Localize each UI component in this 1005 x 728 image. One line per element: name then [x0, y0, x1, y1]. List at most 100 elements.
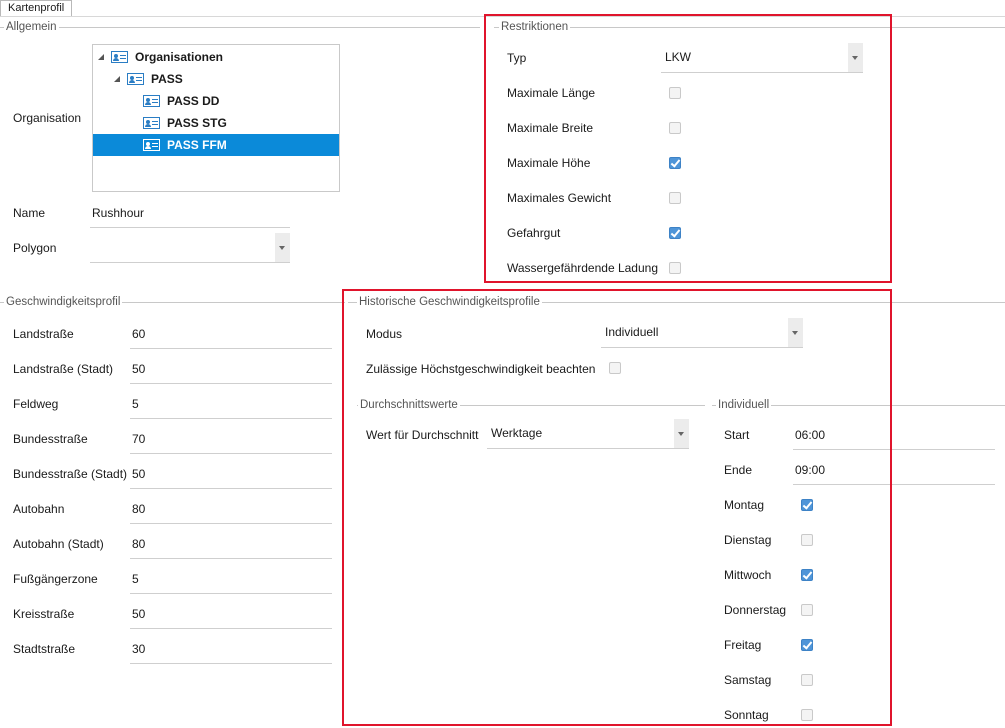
start-input-underline: [793, 449, 995, 450]
tab-divider: [0, 16, 1005, 17]
restriktion-checkbox[interactable]: [669, 157, 681, 169]
start-label: Start: [724, 428, 750, 442]
tree-node-pass[interactable]: PASS: [93, 68, 339, 90]
ende-input-underline: [793, 484, 995, 485]
organisation-label: Organisation: [13, 111, 82, 125]
speed-input-underline: [130, 558, 332, 559]
organisation-icon: [143, 139, 160, 151]
ende-input[interactable]: 09:00: [795, 463, 825, 477]
restriktion-label: Maximale Breite: [507, 121, 594, 135]
day-checkbox[interactable]: [801, 499, 813, 511]
wert-durchschnitt-label: Wert für Durchschnitt: [366, 428, 479, 442]
day-checkbox[interactable]: [801, 639, 813, 651]
chevron-down-icon[interactable]: [848, 43, 863, 72]
speed-input-underline: [130, 663, 332, 664]
speed-input-underline: [130, 383, 332, 384]
restriktion-checkbox[interactable]: [669, 122, 681, 134]
tree-node-label: PASS: [151, 72, 183, 86]
chevron-down-icon[interactable]: [788, 318, 803, 347]
speed-label: Landstraße: [13, 327, 74, 341]
chevron-down-icon[interactable]: [674, 419, 689, 448]
organisation-icon: [143, 95, 160, 107]
speed-label: Autobahn (Stadt): [13, 537, 104, 551]
name-label: Name: [13, 206, 46, 220]
restriktion-checkbox[interactable]: [669, 262, 681, 274]
tab-kartenprofil[interactable]: Kartenprofil: [0, 0, 73, 17]
speed-input[interactable]: 80: [132, 537, 145, 551]
restriktion-checkbox[interactable]: [669, 227, 681, 239]
typ-label: Typ: [507, 51, 527, 65]
organisation-icon: [111, 51, 128, 63]
hoechst-checkbox[interactable]: [609, 362, 621, 374]
speed-input[interactable]: 30: [132, 642, 145, 656]
speed-input[interactable]: 50: [132, 362, 145, 376]
tree-node-label: PASS DD: [167, 94, 220, 108]
group-title-geschwindigkeitsprofil: Geschwindigkeitsprofil: [4, 295, 123, 309]
speed-input[interactable]: 60: [132, 327, 145, 341]
speed-input[interactable]: 50: [132, 467, 145, 481]
wert-durchschnitt-value: Werktage: [491, 426, 543, 440]
typ-select[interactable]: LKW: [661, 43, 863, 73]
tree-node-pass-ffm[interactable]: PASS FFM: [93, 134, 339, 156]
speed-input-underline: [130, 593, 332, 594]
tree-node-pass-dd[interactable]: PASS DD: [93, 90, 339, 112]
speed-label: Bundesstraße (Stadt): [13, 467, 128, 481]
speed-label: Autobahn: [13, 502, 65, 516]
group-title-historisch: Historische Geschwindigkeitsprofile: [357, 295, 542, 309]
day-label: Freitag: [724, 638, 762, 652]
group-title-restriktionen: Restriktionen: [499, 20, 571, 34]
modus-select-value: Individuell: [605, 325, 659, 339]
chevron-down-icon[interactable]: [275, 233, 290, 262]
speed-input-underline: [130, 418, 332, 419]
speed-label: Bundesstraße: [13, 432, 88, 446]
typ-select-value: LKW: [665, 50, 692, 64]
start-input[interactable]: 06:00: [795, 428, 825, 442]
speed-label: Fußgängerzone: [13, 572, 98, 586]
restriktion-checkbox[interactable]: [669, 87, 681, 99]
restriktion-label: Maximales Gewicht: [507, 191, 612, 205]
restriktion-checkbox[interactable]: [669, 192, 681, 204]
restriktion-label: Maximale Länge: [507, 86, 596, 100]
restriktion-label: Gefahrgut: [507, 226, 561, 240]
expand-arrow-icon[interactable]: [98, 54, 104, 60]
tree-node-label: PASS FFM: [167, 138, 227, 152]
speed-label: Feldweg: [13, 397, 59, 411]
expand-arrow-icon[interactable]: [114, 76, 120, 82]
day-checkbox[interactable]: [801, 604, 813, 616]
modus-select[interactable]: Individuell: [601, 318, 803, 348]
ende-label: Ende: [724, 463, 753, 477]
organisation-icon: [143, 117, 160, 129]
speed-input[interactable]: 70: [132, 432, 145, 446]
speed-input[interactable]: 80: [132, 502, 145, 516]
polygon-label: Polygon: [13, 241, 57, 255]
day-checkbox[interactable]: [801, 534, 813, 546]
name-input-underline: [90, 227, 290, 228]
restriktion-label: Maximale Höhe: [507, 156, 591, 170]
day-label: Montag: [724, 498, 765, 512]
wert-durchschnitt-select[interactable]: Werktage: [487, 419, 689, 449]
organisation-tree[interactable]: Organisationen PASS PASS DD PASS STG PAS…: [92, 44, 340, 192]
tree-node-organisationen[interactable]: Organisationen: [93, 46, 339, 68]
speed-input-underline: [130, 488, 332, 489]
polygon-select[interactable]: [90, 233, 290, 263]
group-title-allgemein: Allgemein: [4, 20, 59, 34]
day-label: Donnerstag: [724, 603, 787, 617]
speed-input-underline: [130, 628, 332, 629]
tree-node-label: Organisationen: [135, 50, 224, 64]
tree-node-pass-stg[interactable]: PASS STG: [93, 112, 339, 134]
speed-input[interactable]: 50: [132, 607, 145, 621]
speed-input[interactable]: 5: [132, 572, 139, 586]
speed-label: Landstraße (Stadt): [13, 362, 114, 376]
day-checkbox[interactable]: [801, 569, 813, 581]
day-label: Samstag: [724, 673, 772, 687]
day-checkbox[interactable]: [801, 674, 813, 686]
day-checkbox[interactable]: [801, 709, 813, 721]
restriktionen-line: [494, 27, 1005, 28]
group-title-individuell: Individuell: [716, 398, 772, 412]
speed-input[interactable]: 5: [132, 397, 139, 411]
speed-input-underline: [130, 453, 332, 454]
name-input[interactable]: Rushhour: [92, 206, 144, 220]
tree-node-label: PASS STG: [167, 116, 227, 130]
modus-label: Modus: [366, 327, 403, 341]
speed-input-underline: [130, 348, 332, 349]
